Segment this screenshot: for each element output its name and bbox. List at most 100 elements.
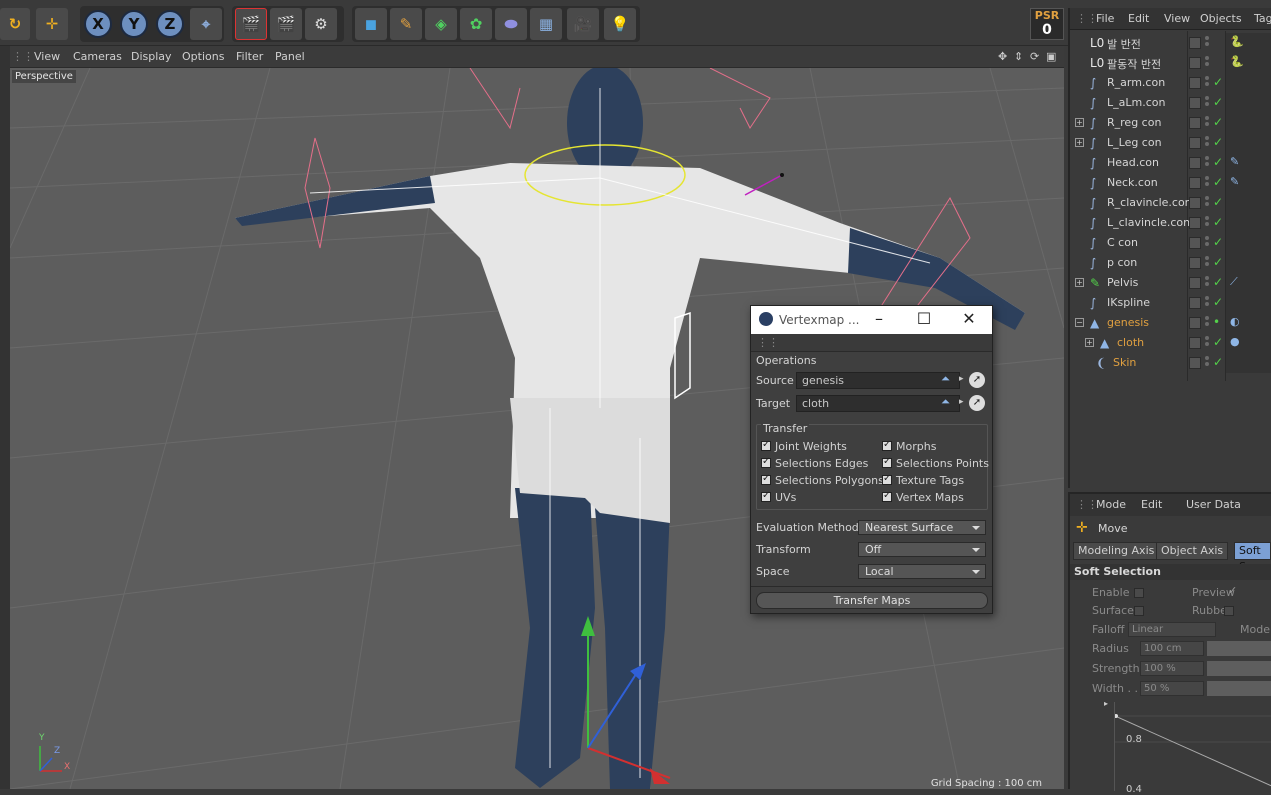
render-settings-icon[interactable]: ⚙: [305, 8, 337, 40]
object-name[interactable]: Head.con: [1107, 156, 1159, 169]
object-name[interactable]: p con: [1107, 256, 1137, 269]
width-slider[interactable]: [1207, 681, 1271, 696]
visibility-dots-icon[interactable]: [1205, 176, 1209, 190]
object-row[interactable]: ∫ R_clavincle.con ✓: [1070, 193, 1271, 213]
tag-cell[interactable]: [1226, 73, 1271, 93]
width-field[interactable]: 50 %: [1140, 681, 1204, 696]
tag-cell[interactable]: ●: [1226, 333, 1271, 353]
morphs-checkbox[interactable]: Morphs: [882, 439, 936, 453]
layer-icon[interactable]: [1189, 177, 1201, 189]
visibility-dots-icon[interactable]: [1205, 156, 1209, 170]
object-row[interactable]: + ✎ Pelvis ✓ ⟋: [1070, 273, 1271, 293]
camera-icon[interactable]: 🎥: [567, 8, 599, 40]
enabled-check-icon[interactable]: ✓: [1213, 155, 1223, 169]
om-menu-view[interactable]: View: [1164, 12, 1190, 25]
object-row[interactable]: ∫ Head.con ✓ ✎: [1070, 153, 1271, 173]
object-row[interactable]: ∫ C con ✓: [1070, 233, 1271, 253]
joint-weights-checkbox[interactable]: Joint Weights: [761, 439, 847, 453]
object-row[interactable]: ❨ Skin ✓: [1070, 353, 1271, 373]
viewport-rotate-icon[interactable]: ⟳: [1030, 50, 1039, 63]
visibility-dots-icon[interactable]: [1205, 196, 1209, 210]
layer-icon[interactable]: [1189, 217, 1201, 229]
move-tool-icon[interactable]: ✛: [36, 8, 68, 40]
enabled-check-icon[interactable]: ✓: [1213, 215, 1223, 229]
visibility-dots-icon[interactable]: [1205, 216, 1209, 230]
object-row[interactable]: ∫ L_aLm.con ✓: [1070, 93, 1271, 113]
am-menu-edit[interactable]: Edit: [1141, 498, 1162, 511]
object-name[interactable]: R_clavincle.con: [1107, 196, 1192, 209]
menu-display[interactable]: Display: [131, 50, 172, 63]
tag-cell[interactable]: [1226, 353, 1271, 373]
viewport-move-icon[interactable]: ✥: [998, 50, 1007, 63]
visibility-dots-icon[interactable]: [1205, 96, 1209, 110]
layer-icon[interactable]: [1189, 317, 1201, 329]
am-menu-user-data[interactable]: User Data: [1186, 498, 1241, 511]
expand-toggle-icon[interactable]: +: [1075, 118, 1084, 127]
tag-cell[interactable]: [1226, 213, 1271, 233]
layer-icon[interactable]: [1189, 137, 1201, 149]
object-row[interactable]: ∫ IKspline ✓: [1070, 293, 1271, 313]
surface-checkbox[interactable]: [1134, 606, 1144, 616]
preview-checkbox[interactable]: ✓: [1228, 584, 1237, 597]
tag-icon[interactable]: 🐍: [1230, 55, 1244, 68]
enabled-check-icon[interactable]: ✓: [1213, 75, 1223, 89]
tag-cell[interactable]: [1226, 113, 1271, 133]
tag-cell[interactable]: [1226, 293, 1271, 313]
object-row[interactable]: ∫ L_clavincle.con ✓: [1070, 213, 1271, 233]
enabled-check-icon[interactable]: ✓: [1213, 235, 1223, 249]
pen-icon[interactable]: ✎: [390, 8, 422, 40]
space-dropdown[interactable]: Local: [858, 564, 986, 579]
target-field[interactable]: cloth: [796, 395, 960, 412]
radius-field[interactable]: 100 cm: [1140, 641, 1204, 656]
tag-cell[interactable]: ✎: [1226, 153, 1271, 173]
object-row[interactable]: ∫ R_arm.con ✓: [1070, 73, 1271, 93]
om-menu-file[interactable]: File: [1096, 12, 1114, 25]
tag-icon[interactable]: 🐍: [1230, 35, 1244, 48]
object-name[interactable]: Skin: [1113, 356, 1136, 369]
object-row[interactable]: L0 팔동작 반전 🐍: [1070, 53, 1271, 73]
object-name[interactable]: 발 반전: [1107, 36, 1141, 52]
deformer-icon[interactable]: ⬬: [495, 8, 527, 40]
tag-cell[interactable]: [1226, 133, 1271, 153]
enable-checkbox[interactable]: [1134, 588, 1144, 598]
object-row[interactable]: − ▲ genesis • ◐: [1070, 313, 1271, 333]
light-icon[interactable]: 💡: [604, 8, 636, 40]
floor-icon[interactable]: ▦: [530, 8, 562, 40]
x-axis-button[interactable]: X: [84, 10, 112, 38]
menu-view[interactable]: View: [34, 50, 60, 63]
object-row[interactable]: ∫ Neck.con ✓ ✎: [1070, 173, 1271, 193]
visibility-dots-icon[interactable]: [1205, 76, 1209, 90]
enabled-check-icon[interactable]: ✓: [1213, 275, 1223, 289]
layer-icon[interactable]: [1189, 357, 1201, 369]
subdivision-icon[interactable]: ◈: [425, 8, 457, 40]
object-name[interactable]: Neck.con: [1107, 176, 1158, 189]
tag-cell[interactable]: ◐: [1226, 313, 1271, 333]
menu-options[interactable]: Options: [182, 50, 224, 63]
expand-toggle-icon[interactable]: +: [1075, 278, 1084, 287]
tab-object-axis[interactable]: Object Axis: [1156, 542, 1229, 560]
visibility-dots-icon[interactable]: [1205, 116, 1209, 130]
tag-icon[interactable]: ✎: [1230, 155, 1239, 168]
menu-panel[interactable]: Panel: [275, 50, 305, 63]
transfer-maps-button[interactable]: Transfer Maps: [756, 592, 988, 609]
tag-icon[interactable]: ●: [1230, 335, 1240, 348]
om-menu-edit[interactable]: Edit: [1128, 12, 1149, 25]
transform-dropdown[interactable]: Off: [858, 542, 986, 557]
cloner-icon[interactable]: ✿: [460, 8, 492, 40]
enabled-check-icon[interactable]: ✓: [1213, 175, 1223, 189]
close-icon[interactable]: ✕: [959, 310, 979, 328]
source-picker-icon[interactable]: ➚: [969, 372, 985, 388]
world-coordinates-icon[interactable]: ⌖: [190, 8, 222, 40]
tag-cell[interactable]: [1226, 193, 1271, 213]
visibility-dots-icon[interactable]: [1205, 296, 1209, 310]
enabled-check-icon[interactable]: ✓: [1213, 295, 1223, 309]
layer-icon[interactable]: [1189, 297, 1201, 309]
target-picker-icon[interactable]: ➚: [969, 395, 985, 411]
texture-tags-checkbox[interactable]: Texture Tags: [882, 473, 964, 487]
selections-edges-checkbox[interactable]: Selections Edges: [761, 456, 868, 470]
layer-icon[interactable]: [1189, 277, 1201, 289]
source-field[interactable]: genesis: [796, 372, 960, 389]
menu-filter[interactable]: Filter: [236, 50, 263, 63]
tag-cell[interactable]: 🐍: [1226, 33, 1271, 53]
object-name[interactable]: cloth: [1117, 336, 1144, 349]
